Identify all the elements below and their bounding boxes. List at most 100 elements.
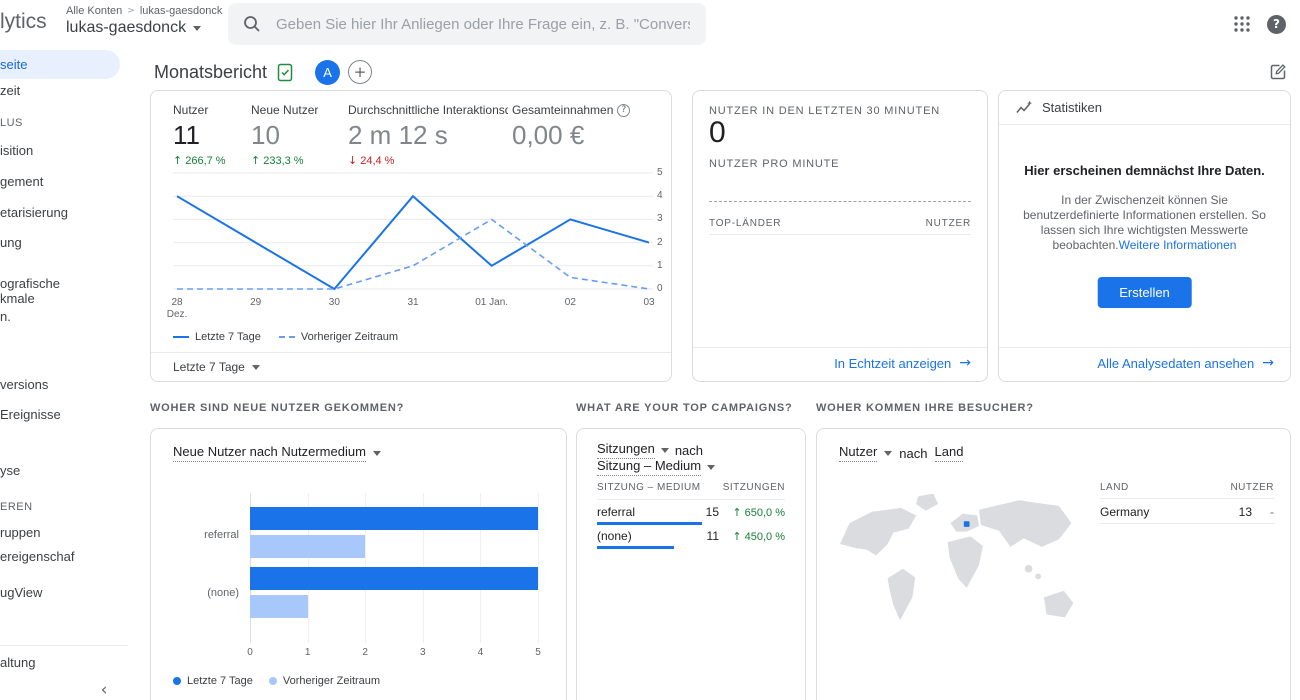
chevron-down-icon — [884, 451, 892, 456]
avatar-letter: A — [323, 65, 332, 80]
metric-label[interactable]: Nutzer — [173, 103, 226, 117]
sidebar-section-lifecycle: LUS — [0, 112, 128, 134]
create-button[interactable]: Erstellen — [1097, 277, 1192, 308]
arrow-right-icon: → — [1262, 355, 1274, 371]
bar-referral-previous — [250, 535, 365, 558]
metric-value: 0,00 € — [512, 120, 630, 151]
row-medium: (none) — [597, 529, 689, 543]
search-icon — [242, 14, 262, 34]
sidebar-divider — [0, 645, 128, 646]
chevron-down-icon — [707, 465, 715, 470]
dimension-picker[interactable]: Neue Nutzer nach Nutzermedium — [173, 444, 366, 462]
countries-table-header: LAND NUTZER — [1100, 482, 1274, 493]
metric-label[interactable]: Neue Nutzer — [251, 103, 318, 117]
sidebar-item-conversions[interactable]: versions — [0, 370, 128, 400]
section-header-new-users: WOHER SIND NEUE NUTZER GEKOMMEN? — [150, 402, 404, 414]
metric-delta: ↑ 233,3 % — [251, 154, 318, 167]
section-header-visitors: WOHER KOMMEN IHRE BESUCHER? — [816, 402, 1034, 414]
dashed-line-swatch — [279, 336, 295, 338]
main-content: Monatsbericht A + Nutzer 11 ↑ — [128, 48, 1300, 700]
realtime-table-header: TOP-LÄNDER NUTZER — [709, 218, 971, 229]
campaigns-card: Sitzungen nach Sitzung – Medium SITZUNG … — [576, 428, 806, 700]
blue-dot-icon — [173, 677, 181, 685]
sidebar-item-tech[interactable]: n. — [0, 306, 128, 328]
view-realtime-link[interactable]: In Echtzeit anzeigen → — [834, 355, 971, 371]
table-row: (none) 11 ↑ 450,0 % — [597, 529, 785, 543]
metric-picker[interactable]: Nutzer — [839, 444, 877, 462]
collapse-sidebar-button[interactable]: ‹ — [92, 678, 116, 700]
sidebar-item-analysis[interactable]: yse — [0, 456, 128, 486]
dimension-picker[interactable]: Land — [935, 444, 964, 462]
card-footer-divider — [693, 347, 987, 348]
col-top-countries: TOP-LÄNDER — [709, 218, 781, 229]
row-sessions: 11 — [689, 529, 719, 543]
trend-legend: Letzte 7 Tage Vorheriger Zeitraum — [173, 331, 398, 343]
legend-current: Letzte 7 Tage — [173, 331, 261, 343]
metric-delta: ↓ 24,4 % — [348, 154, 512, 167]
metric-users: Nutzer 11 ↑ 266,7 % — [173, 103, 226, 167]
medium-bars — [250, 493, 538, 643]
trend-x-labels: 28 Dez.29303101 Jan.0203 — [173, 297, 653, 325]
chevron-down-icon — [193, 26, 201, 31]
row-bar-track — [597, 546, 702, 549]
learn-more-link[interactable]: Weitere Informationen — [1119, 238, 1237, 252]
sidebar-item-admin[interactable]: altung — [0, 648, 128, 678]
medium-legend: Letzte 7 Tage Vorheriger Zeitraum — [173, 675, 380, 687]
table-row-divider — [1100, 523, 1274, 524]
insights-title: Statistiken — [1042, 100, 1102, 115]
metric-engagement-time: Durchschnittliche Interaktionsdauer 2 m … — [348, 103, 512, 167]
row-delta: ↑ 650,0 % — [719, 506, 785, 519]
view-all-insights-link[interactable]: Alle Analysedaten ansehen → — [1097, 355, 1274, 371]
col-country: LAND — [1100, 482, 1129, 493]
edit-report-icon[interactable] — [1268, 62, 1288, 82]
realtime-card: NUTZER IN DEN LETZTEN 30 MINUTEN 0 NUTZE… — [692, 90, 988, 382]
apps-grid-icon[interactable] — [1233, 15, 1251, 33]
empty-sparkline — [709, 201, 971, 202]
metric-label[interactable]: Gesamteinnahmen — [512, 103, 613, 117]
sidebar-item-acquisition[interactable]: isition — [0, 136, 128, 166]
sidebar-item-audiences[interactable]: ruppen — [0, 520, 128, 546]
metric-label[interactable]: Durchschnittliche Interaktionsdauer — [348, 103, 508, 117]
sidebar-item-engagement[interactable]: gement — [0, 167, 128, 197]
solid-line-swatch — [173, 336, 189, 338]
date-range-selector[interactable]: Letzte 7 Tage — [173, 360, 260, 374]
metric-revenue: Gesamteinnahmen ? 0,00 € — [512, 103, 630, 151]
breadcrumb-current[interactable]: lukas-gaesdonck — [140, 5, 223, 17]
row-bar — [597, 522, 702, 525]
add-collaborator-button[interactable]: + — [348, 60, 372, 84]
row-country: Germany — [1100, 505, 1222, 519]
realtime-subtitle: NUTZER PRO MINUTE — [709, 158, 839, 170]
help-icon[interactable]: ? — [1267, 15, 1286, 34]
sidebar-item-debugview[interactable]: ugView — [0, 578, 128, 608]
arrow-up-icon: ↑ — [251, 154, 260, 167]
metric-picker[interactable]: Sitzungen — [597, 441, 655, 459]
row-bar — [597, 546, 674, 549]
search-input[interactable] — [274, 15, 692, 34]
metric-value: 11 — [173, 120, 226, 151]
table-row: Germany 13 - — [1100, 505, 1274, 519]
breadcrumb-root[interactable]: Alle Konten — [66, 5, 122, 17]
sidebar-item-events[interactable]: Ereignisse — [0, 400, 128, 430]
avatar[interactable]: A — [315, 60, 340, 85]
table-header-divider — [1100, 498, 1274, 499]
bar-category-label: (none) — [151, 587, 239, 599]
arrow-up-icon: ↑ — [732, 530, 741, 543]
dimension-picker[interactable]: Sitzung – Medium — [597, 458, 701, 476]
card-footer-divider — [151, 352, 671, 353]
title-join: nach — [675, 443, 703, 458]
account-name[interactable]: lukas-gaesdonck — [66, 19, 186, 37]
row-delta: ↑ 450,0 % — [719, 530, 785, 543]
bar-none-previous — [250, 595, 308, 618]
overview-card: Nutzer 11 ↑ 266,7 % Neue Nutzer 10 ↑ 233… — [150, 90, 672, 382]
sidebar-item-demographics[interactable]: ografische kmale — [0, 274, 128, 308]
sidebar-item-realtime[interactable]: zeit — [0, 76, 128, 106]
breadcrumb-separator-icon: > — [127, 6, 135, 16]
help-circle-icon[interactable]: ? — [617, 104, 630, 117]
sidebar-section-configure: EREN — [0, 496, 128, 518]
sidebar-item-retention[interactable]: ung — [0, 228, 128, 258]
search-bar[interactable] — [228, 3, 706, 45]
sidebar-item-monetization[interactable]: etarisierung — [0, 198, 128, 228]
sidebar-item-user-properties[interactable]: ereigenschaf — [0, 544, 128, 570]
account-switcher[interactable]: Alle Konten > lukas-gaesdonck lukas-gaes… — [66, 5, 222, 37]
sidebar-item-home[interactable]: seite — [0, 50, 120, 79]
